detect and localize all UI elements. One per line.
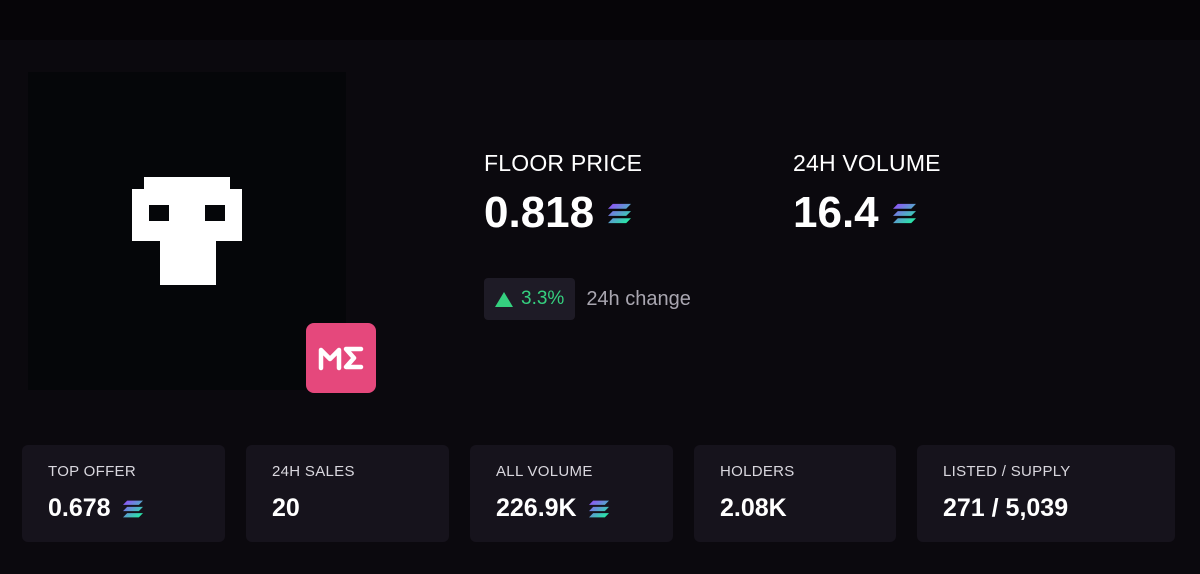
stat-card-listed-supply: LISTED / SUPPLY 271 / 5,039 bbox=[917, 445, 1175, 542]
card-label: 24H SALES bbox=[272, 463, 355, 480]
card-value: 2.08K bbox=[720, 494, 787, 522]
collection-image[interactable] bbox=[28, 72, 346, 390]
magic-eden-badge[interactable] bbox=[306, 323, 376, 393]
change-badge: 3.3% bbox=[484, 278, 576, 320]
solana-icon bbox=[892, 203, 916, 223]
card-value: 226.9K bbox=[496, 494, 577, 522]
card-value: 0.678 bbox=[48, 494, 111, 522]
arrow-up-icon bbox=[495, 291, 513, 307]
floor-price-value: 0.818 bbox=[484, 188, 595, 237]
card-label: LISTED / SUPPLY bbox=[943, 463, 1071, 480]
volume-24h-value: 16.4 bbox=[793, 188, 879, 237]
card-value: 271 / 5,039 bbox=[943, 494, 1069, 522]
solana-icon bbox=[588, 500, 609, 517]
stat-card-top-offer: TOP OFFER 0.678 bbox=[22, 445, 225, 542]
stat-card-24h-sales: 24H SALES 20 bbox=[246, 445, 449, 542]
magic-eden-logo bbox=[318, 346, 364, 371]
price-change: 3.3% 24h change bbox=[484, 278, 691, 320]
solana-icon bbox=[608, 203, 632, 223]
card-value: 20 bbox=[272, 494, 300, 522]
volume-24h-label: 24H VOLUME bbox=[793, 150, 941, 176]
volume-24h-stat: 24H VOLUME 16.4 bbox=[793, 150, 941, 235]
change-value: 3.3% bbox=[521, 288, 565, 309]
card-label: HOLDERS bbox=[720, 463, 795, 480]
floor-price-label: FLOOR PRICE bbox=[484, 150, 643, 176]
stat-card-holders: HOLDERS 2.08K bbox=[694, 445, 896, 542]
stat-card-all-volume: ALL VOLUME 226.9K bbox=[470, 445, 673, 542]
top-bar bbox=[0, 0, 1200, 40]
card-label: ALL VOLUME bbox=[496, 463, 593, 480]
pixel-skull-icon bbox=[132, 177, 242, 285]
solana-icon bbox=[122, 500, 143, 517]
change-label: 24h change bbox=[586, 287, 691, 310]
card-label: TOP OFFER bbox=[48, 463, 136, 480]
floor-price-stat: FLOOR PRICE 0.818 bbox=[484, 150, 642, 235]
